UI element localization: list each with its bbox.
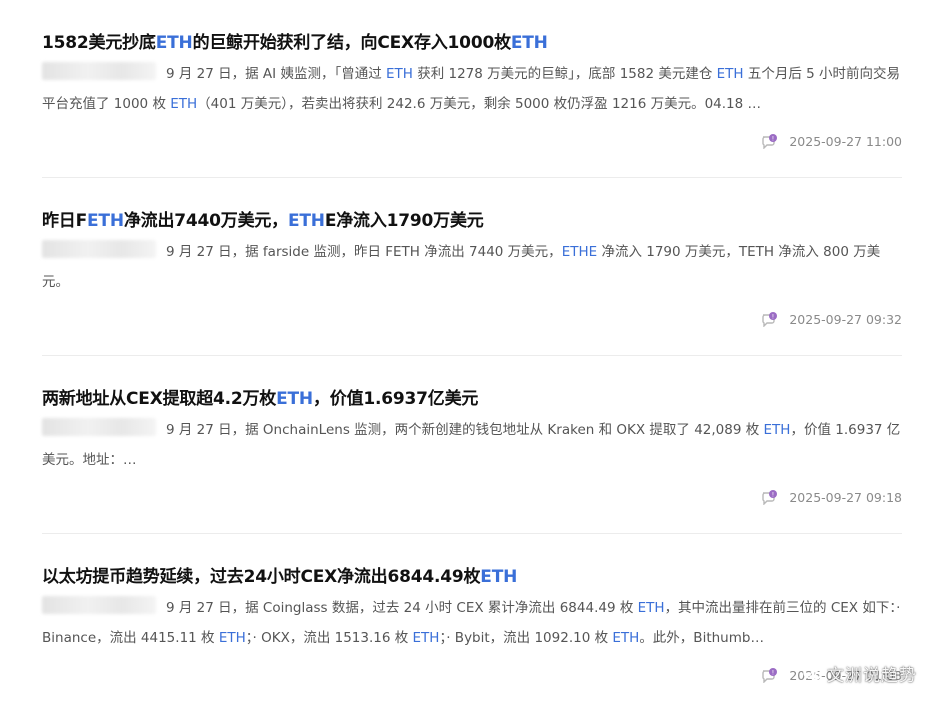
news-excerpt: 9 月 27 日，据 AI 姨监测，「曾通过 ETH 获利 1278 万美元的巨…	[42, 66, 901, 112]
watermark-text: 文洲说趋势	[827, 666, 917, 686]
eth-tag[interactable]: ETH	[764, 422, 791, 438]
eth-tag[interactable]: ETH	[511, 33, 548, 53]
news-meta: ! 2025-09-27 11:00	[761, 133, 902, 149]
news-item[interactable]: 昨日FETH净流出7440万美元，ETHE净流入1790万美元 9 月 27 日…	[42, 178, 902, 356]
news-time: 2025-09-27 09:32	[789, 311, 902, 327]
eth-tag[interactable]: ETH	[612, 630, 639, 646]
svg-text:!: !	[772, 135, 774, 142]
eth-tag[interactable]: ETH	[87, 211, 124, 231]
news-item[interactable]: 1582美元抄底ETH的巨鲸开始获利了结，向CEX存入1000枚ETH 9 月 …	[42, 0, 902, 178]
eth-tag[interactable]: ETH	[638, 600, 665, 616]
svg-text:!: !	[772, 669, 774, 676]
ai-badge-icon: !	[762, 490, 778, 505]
watermark: 文洲说趋势	[803, 661, 917, 686]
svg-text:!: !	[772, 491, 774, 498]
ai-badge-icon: !	[762, 134, 778, 149]
eth-tag[interactable]: ETH	[480, 567, 517, 587]
eth-tag[interactable]: ETH	[170, 96, 197, 112]
news-title[interactable]: 1582美元抄底ETH的巨鲸开始获利了结，向CEX存入1000枚ETH	[42, 28, 548, 53]
news-title[interactable]: 两新地址从CEX提取超4.2万枚ETH，价值1.6937亿美元	[42, 384, 478, 409]
news-item[interactable]: 两新地址从CEX提取超4.2万枚ETH，价值1.6937亿美元 9 月 27 日…	[42, 356, 902, 534]
news-time: 2025-09-27 09:18	[789, 489, 902, 505]
news-meta: ! 2025-09-27 09:32	[761, 311, 902, 327]
ai-badge-icon: !	[762, 668, 778, 683]
news-excerpt: 9 月 27 日，据 farside 监测，昨日 FETH 净流出 7440 万…	[42, 244, 881, 290]
eth-tag[interactable]: ETH	[276, 389, 313, 409]
news-title[interactable]: 昨日FETH净流出7440万美元，ETHE净流入1790万美元	[42, 206, 484, 231]
ai-badge-icon: !	[762, 312, 778, 327]
news-excerpt: 9 月 27 日，据 Coinglass 数据，过去 24 小时 CEX 累计净…	[42, 600, 901, 646]
eth-tag[interactable]: ETH	[156, 33, 193, 53]
news-feed: 1582美元抄底ETH的巨鲸开始获利了结，向CEX存入1000枚ETH 9 月 …	[42, 0, 902, 711]
svg-text:!: !	[772, 313, 774, 320]
eth-tag[interactable]: ETH	[219, 630, 246, 646]
news-meta: ! 2025-09-27 09:18	[761, 489, 902, 505]
eth-tag[interactable]: ETH	[413, 630, 440, 646]
eth-tag[interactable]: ETHE	[562, 244, 597, 260]
eth-tag[interactable]: ETH	[386, 66, 413, 82]
news-time: 2025-09-27 11:00	[789, 133, 902, 149]
eth-tag[interactable]: ETH	[288, 211, 325, 231]
eth-tag[interactable]: ETH	[717, 66, 744, 82]
wechat-icon	[803, 666, 821, 680]
news-excerpt: 9 月 27 日，据 OnchainLens 监测，两个新创建的钱包地址从 Kr…	[42, 422, 901, 468]
news-item[interactable]: 以太坊提币趋势延续，过去24小时CEX净流出6844.49枚ETH 9 月 27…	[42, 534, 902, 711]
news-title[interactable]: 以太坊提币趋势延续，过去24小时CEX净流出6844.49枚ETH	[42, 562, 517, 587]
